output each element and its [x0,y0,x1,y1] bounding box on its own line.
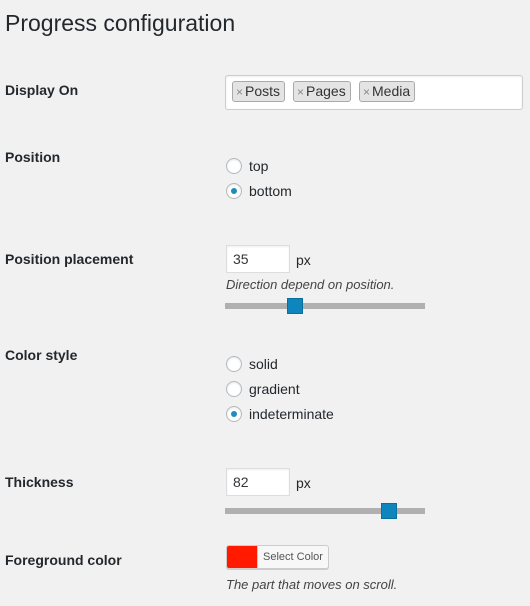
thickness-slider[interactable] [225,503,425,519]
token-remove-media-icon[interactable]: × [363,85,370,99]
radio-position-top[interactable] [226,158,242,174]
display-on-label: Display On [5,82,79,98]
token-media: × Media [359,81,416,102]
token-remove-posts-icon[interactable]: × [236,85,243,99]
radio-label: indeterminate [249,406,334,422]
color-style-label: Color style [5,347,78,363]
slider-track [225,303,425,309]
slider-handle[interactable] [381,503,397,519]
color-swatch [227,546,257,568]
radio-position-bottom[interactable] [226,183,242,199]
position-placement-label: Position placement [5,251,134,267]
slider-handle[interactable] [287,298,303,314]
foreground-color-description: The part that moves on scroll. [226,577,398,592]
token-label: Media [372,83,411,99]
position-label: Position [5,149,61,165]
foreground-color-label: Foreground color [5,552,122,568]
token-posts: × Posts [232,81,286,102]
position-placement-input[interactable]: 35 [226,245,290,273]
token-pages: × Pages [293,81,351,102]
token-label: Posts [245,83,281,99]
radio-color-style-indeterminate[interactable] [226,406,242,422]
display-on-token-field[interactable]: × Posts × Pages × Media [225,75,523,110]
radio-label: bottom [249,183,292,199]
token-label: Pages [306,83,346,99]
radio-color-style-solid[interactable] [226,356,242,372]
token-remove-pages-icon[interactable]: × [297,85,304,99]
radio-label: solid [249,356,278,372]
radio-color-style-gradient[interactable] [226,381,242,397]
radio-label: gradient [249,381,300,397]
thickness-unit: px [296,475,311,491]
position-placement-unit: px [296,252,311,268]
thickness-input[interactable]: 82 [226,468,290,496]
radio-label: top [249,158,269,174]
position-placement-description: Direction depend on position. [226,277,395,292]
thickness-label: Thickness [5,474,74,490]
page-title: Progress configuration [5,10,236,36]
select-color-button[interactable]: Select Color [226,545,329,569]
select-color-label: Select Color [257,546,328,568]
position-placement-slider[interactable] [225,298,425,314]
